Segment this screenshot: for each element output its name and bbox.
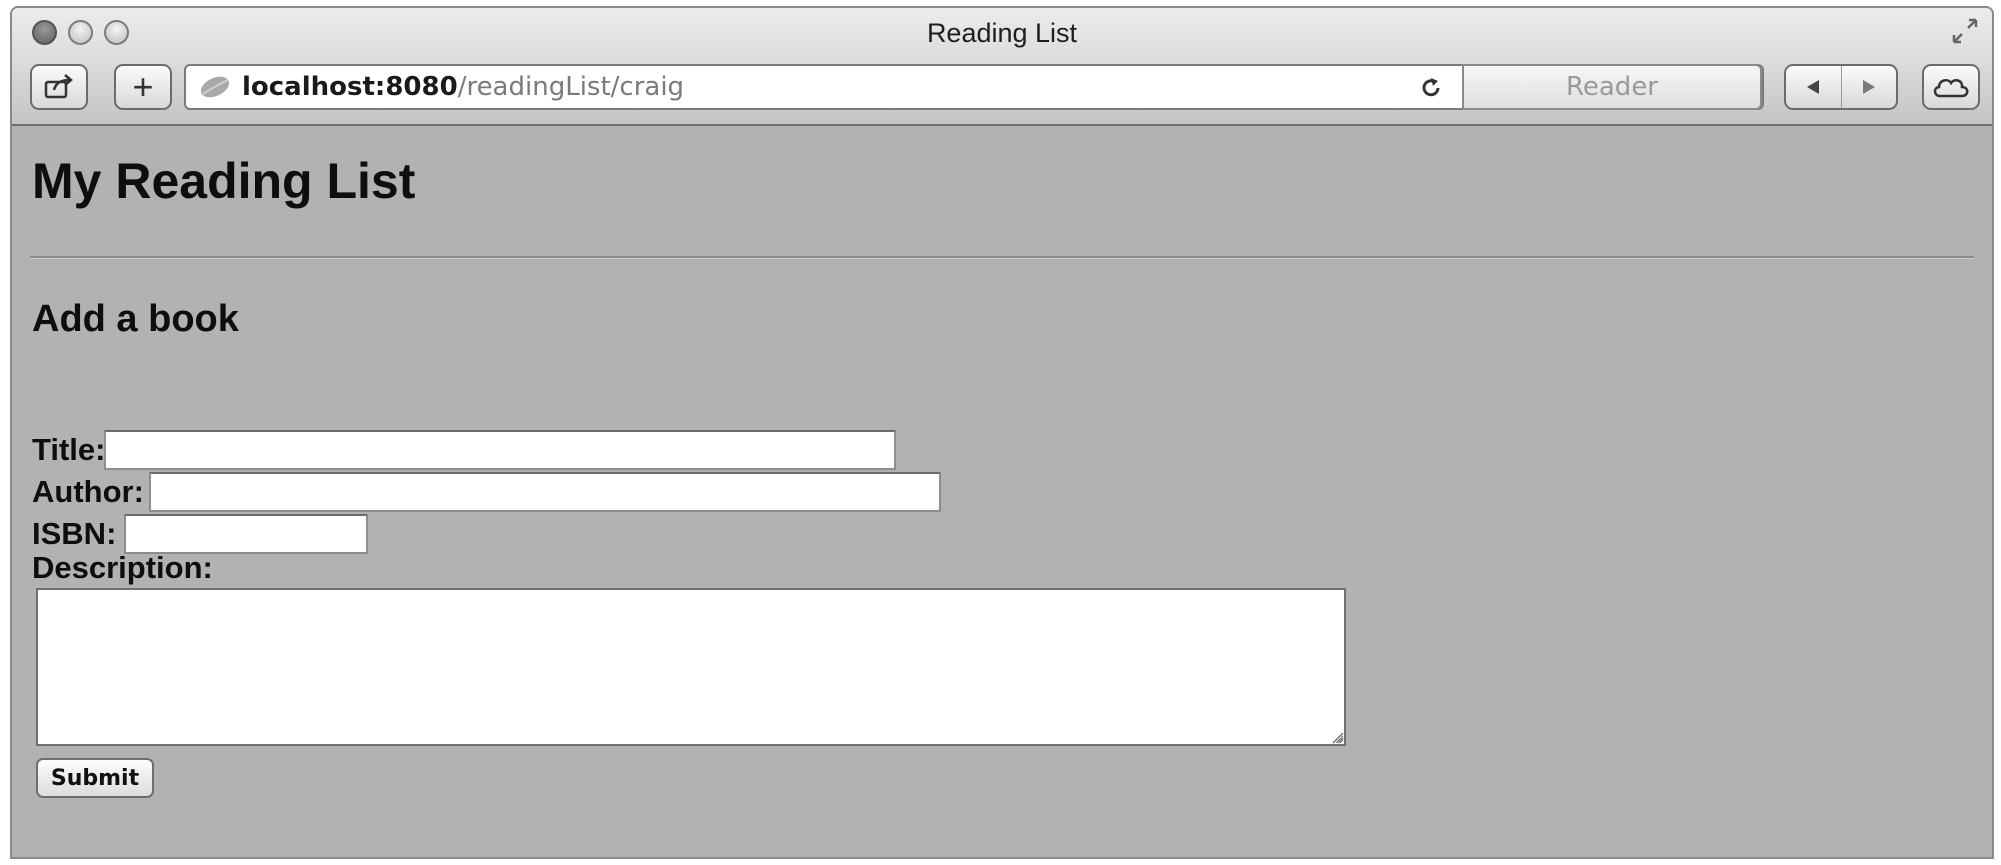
address-bar[interactable]: localhost:8080/readingList/craig Reader	[184, 64, 1764, 110]
add-bookmark-button[interactable]: +	[114, 64, 172, 110]
window-title: Reading List	[926, 18, 1078, 48]
url-text: localhost:8080/readingList/craig	[242, 72, 684, 102]
fullscreen-icon[interactable]	[1950, 16, 1980, 46]
leaf-favicon-icon	[200, 76, 230, 98]
forward-arrow-icon	[1862, 80, 1875, 94]
page-title: My Reading List	[32, 153, 416, 209]
isbn-input[interactable]	[124, 514, 368, 554]
url-path: /readingList/craig	[457, 72, 685, 102]
section-heading-add-book: Add a book	[32, 298, 239, 340]
icloud-tabs-button[interactable]	[1922, 64, 1980, 110]
reader-button[interactable]: Reader	[1462, 64, 1762, 110]
back-button[interactable]	[1786, 66, 1842, 108]
isbn-label: ISBN:	[32, 516, 117, 551]
title-label: Title:	[32, 432, 106, 467]
forward-button[interactable]	[1842, 66, 1897, 108]
description-textarea[interactable]	[36, 588, 1346, 746]
author-label: Author:	[32, 474, 144, 509]
author-input[interactable]	[149, 472, 941, 512]
back-arrow-icon	[1807, 80, 1820, 94]
share-icon	[44, 74, 73, 99]
page-content: My Reading List Add a book Title: Author…	[12, 128, 1992, 857]
title-input[interactable]	[104, 430, 896, 470]
description-label: Description:	[32, 550, 213, 585]
submit-button[interactable]: Submit	[36, 758, 154, 798]
browser-window: Reading List + localhost:8080/readingLis…	[10, 6, 1994, 859]
browser-chrome: Reading List + localhost:8080/readingLis…	[12, 8, 1992, 126]
url-host: localhost:8080	[242, 72, 458, 102]
share-button[interactable]	[30, 64, 88, 110]
cloud-icon	[1933, 78, 1969, 98]
back-forward-buttons	[1784, 64, 1898, 110]
reload-icon[interactable]	[1418, 75, 1444, 101]
resize-grip-icon[interactable]	[1328, 728, 1344, 744]
horizontal-rule	[30, 256, 1974, 259]
